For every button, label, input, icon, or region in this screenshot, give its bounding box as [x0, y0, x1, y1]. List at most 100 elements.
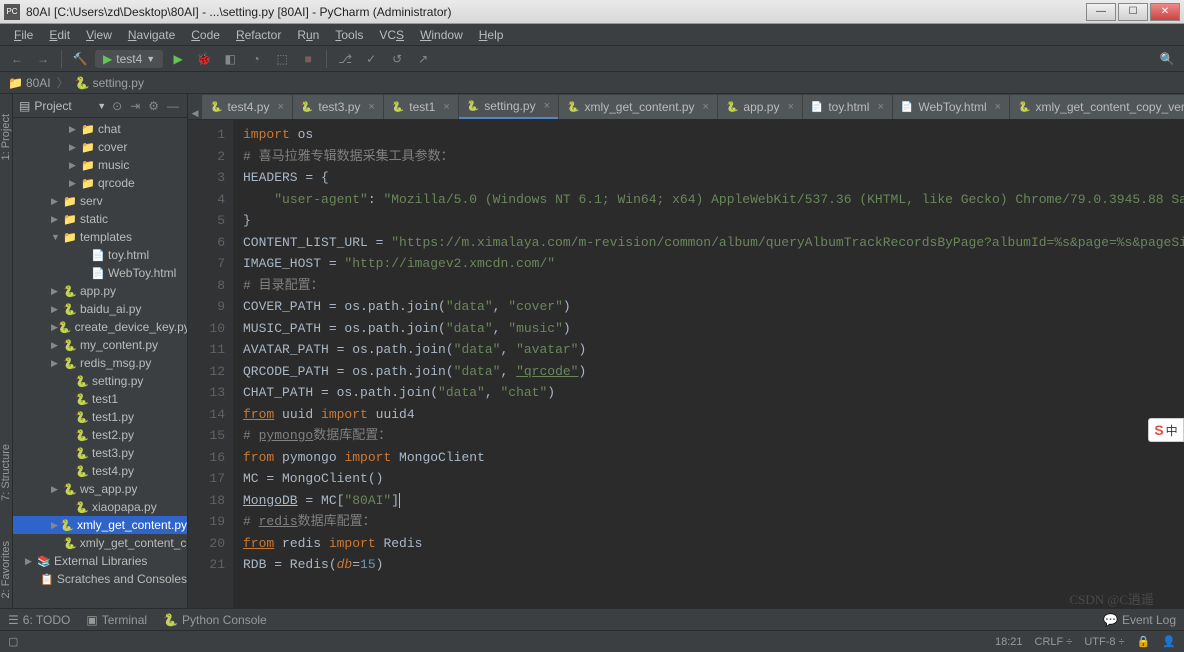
concurrency-button[interactable]: ⬚ — [271, 48, 293, 70]
close-icon[interactable]: × — [368, 101, 374, 113]
tree-item-create_device_key.py[interactable]: ▶🐍create_device_key.py — [13, 318, 187, 336]
breadcrumb-root[interactable]: 📁80AI — [8, 76, 51, 90]
tree-item-test1[interactable]: 🐍test1 — [13, 390, 187, 408]
close-icon[interactable]: × — [703, 101, 709, 113]
tool-project[interactable]: 1: Project — [0, 114, 12, 160]
inspection-indicator[interactable]: 👤 — [1162, 635, 1176, 648]
debug-button[interactable]: 🐞 — [193, 48, 215, 70]
profiler-button[interactable]: ◔ — [245, 48, 267, 70]
terminal-tool[interactable]: ▣Terminal — [86, 613, 147, 627]
vcs-button[interactable]: ⎇ — [334, 48, 356, 70]
panel-view-icon[interactable]: ▤ — [19, 99, 30, 113]
tree-item-music[interactable]: ▶📁music — [13, 156, 187, 174]
gear-icon[interactable]: ⚙ — [146, 99, 161, 113]
tree-item-qrcode[interactable]: ▶📁qrcode — [13, 174, 187, 192]
tree-item-test1.py[interactable]: 🐍test1.py — [13, 408, 187, 426]
breadcrumb-file[interactable]: 🐍setting.py — [75, 76, 144, 90]
tree-item-External Libraries[interactable]: ▶📚External Libraries — [13, 552, 187, 570]
run-button[interactable]: ▶ — [167, 48, 189, 70]
tree-item-xmly_get_content.py[interactable]: ▶🐍xmly_get_content.py — [13, 516, 187, 534]
run-config-selector[interactable]: ▶ test4 ▼ — [95, 50, 163, 68]
tool-structure[interactable]: 7: Structure — [0, 444, 12, 501]
tab-app.py[interactable]: 🐍app.py× — [718, 95, 802, 119]
status-bar-icon[interactable]: ▢ — [8, 635, 18, 648]
menu-file[interactable]: File — [6, 26, 41, 44]
tab-test1[interactable]: 🐍test1× — [384, 95, 458, 119]
tree-item-WebToy.html[interactable]: 📄WebToy.html — [13, 264, 187, 282]
tree-item-ws_app.py[interactable]: ▶🐍ws_app.py — [13, 480, 187, 498]
push-button[interactable]: ↗ — [412, 48, 434, 70]
event-log-tool[interactable]: 💬Event Log — [1103, 613, 1176, 627]
ime-badge[interactable]: S中 — [1148, 418, 1184, 442]
hammer-icon[interactable]: 🔨 — [69, 48, 91, 70]
menu-help[interactable]: Help — [471, 26, 512, 44]
dropdown-icon[interactable]: ▼ — [97, 101, 106, 111]
tree-item-cover[interactable]: ▶📁cover — [13, 138, 187, 156]
tree-item-templates[interactable]: ▼📁templates — [13, 228, 187, 246]
tree-item-static[interactable]: ▶📁static — [13, 210, 187, 228]
tree-item-toy.html[interactable]: 📄toy.html — [13, 246, 187, 264]
tree-item-baidu_ai.py[interactable]: ▶🐍baidu_ai.py — [13, 300, 187, 318]
search-button[interactable]: 🔍 — [1156, 48, 1178, 70]
close-icon[interactable]: × — [443, 101, 449, 113]
tree-item-xiaopapa.py[interactable]: 🐍xiaopapa.py — [13, 498, 187, 516]
project-tree[interactable]: ▶📁chat▶📁cover▶📁music▶📁qrcode▶📁serv▶📁stat… — [13, 118, 187, 608]
menu-code[interactable]: Code — [183, 26, 228, 44]
file-encoding[interactable]: UTF-8 ÷ — [1084, 636, 1124, 648]
chevron-right-icon: 〉 — [57, 74, 69, 91]
menu-run[interactable]: Run — [289, 26, 327, 44]
close-icon[interactable]: × — [544, 100, 550, 112]
minimize-button[interactable]: — — [1086, 3, 1116, 21]
tree-item-my_content.py[interactable]: ▶🐍my_content.py — [13, 336, 187, 354]
back-button[interactable]: ← — [6, 48, 28, 70]
tree-item-test4.py[interactable]: 🐍test4.py — [13, 462, 187, 480]
tab-toy.html[interactable]: 📄toy.html× — [803, 95, 892, 119]
line-gutter: 123456789101112131415161718192021 — [188, 120, 233, 608]
tree-item-chat[interactable]: ▶📁chat — [13, 120, 187, 138]
tree-item-test2.py[interactable]: 🐍test2.py — [13, 426, 187, 444]
collapse-icon[interactable]: ⇥ — [128, 99, 142, 113]
code-editor[interactable]: 123456789101112131415161718192021 import… — [188, 120, 1184, 608]
tree-item-redis_msg.py[interactable]: ▶🐍redis_msg.py — [13, 354, 187, 372]
menu-window[interactable]: Window — [412, 26, 471, 44]
tab-test3.py[interactable]: 🐍test3.py× — [293, 95, 383, 119]
tab-xmly_get_content_copy_version.py[interactable]: 🐍xmly_get_content_copy_version.py× — [1010, 95, 1184, 119]
tool-favorites[interactable]: 2: Favorites — [0, 541, 12, 598]
python-console-tool[interactable]: 🐍Python Console — [163, 613, 267, 627]
locate-icon[interactable]: ⊙ — [110, 99, 124, 113]
tree-item-xmly_get_content_copy_ve[interactable]: 🐍xmly_get_content_copy_ve — [13, 534, 187, 552]
menu-refactor[interactable]: Refactor — [228, 26, 289, 44]
commit-button[interactable]: ✓ — [360, 48, 382, 70]
lock-icon[interactable]: 🔒 — [1137, 635, 1151, 648]
tab-test4.py[interactable]: 🐍test4.py× — [202, 95, 292, 119]
close-icon[interactable]: × — [787, 101, 793, 113]
close-icon[interactable]: × — [277, 101, 283, 113]
tab-xmly_get_content.py[interactable]: 🐍xmly_get_content.py× — [559, 95, 717, 119]
stop-button[interactable]: ■ — [297, 48, 319, 70]
tree-item-serv[interactable]: ▶📁serv — [13, 192, 187, 210]
tree-item-app.py[interactable]: ▶🐍app.py — [13, 282, 187, 300]
close-icon[interactable]: × — [995, 101, 1001, 113]
tree-item-test3.py[interactable]: 🐍test3.py — [13, 444, 187, 462]
menu-view[interactable]: View — [78, 26, 120, 44]
menu-tools[interactable]: Tools — [327, 26, 371, 44]
todo-tool[interactable]: ☰6: TODO — [8, 613, 70, 627]
cursor-position[interactable]: 18:21 — [995, 636, 1023, 648]
clock-button[interactable]: ↺ — [386, 48, 408, 70]
tab-WebToy.html[interactable]: 📄WebToy.html× — [893, 95, 1009, 119]
tab-scroll-left[interactable]: ◀ — [188, 108, 202, 119]
menu-edit[interactable]: Edit — [41, 26, 78, 44]
tree-item-Scratches and Consoles[interactable]: 📋Scratches and Consoles — [13, 570, 187, 588]
hide-icon[interactable]: — — [165, 99, 181, 113]
code-content[interactable]: import os # 喜马拉雅专辑数据采集工具参数： HEADERS = { … — [233, 120, 1184, 608]
close-icon[interactable]: × — [877, 101, 883, 113]
forward-button[interactable]: → — [32, 48, 54, 70]
menu-navigate[interactable]: Navigate — [120, 26, 183, 44]
close-button[interactable]: ✕ — [1150, 3, 1180, 21]
line-separator[interactable]: CRLF ÷ — [1035, 636, 1073, 648]
tree-item-setting.py[interactable]: 🐍setting.py — [13, 372, 187, 390]
tab-setting.py[interactable]: 🐍setting.py× — [459, 95, 558, 119]
menu-vcs[interactable]: VCS — [371, 26, 412, 44]
maximize-button[interactable]: ☐ — [1118, 3, 1148, 21]
coverage-button[interactable]: ◧ — [219, 48, 241, 70]
